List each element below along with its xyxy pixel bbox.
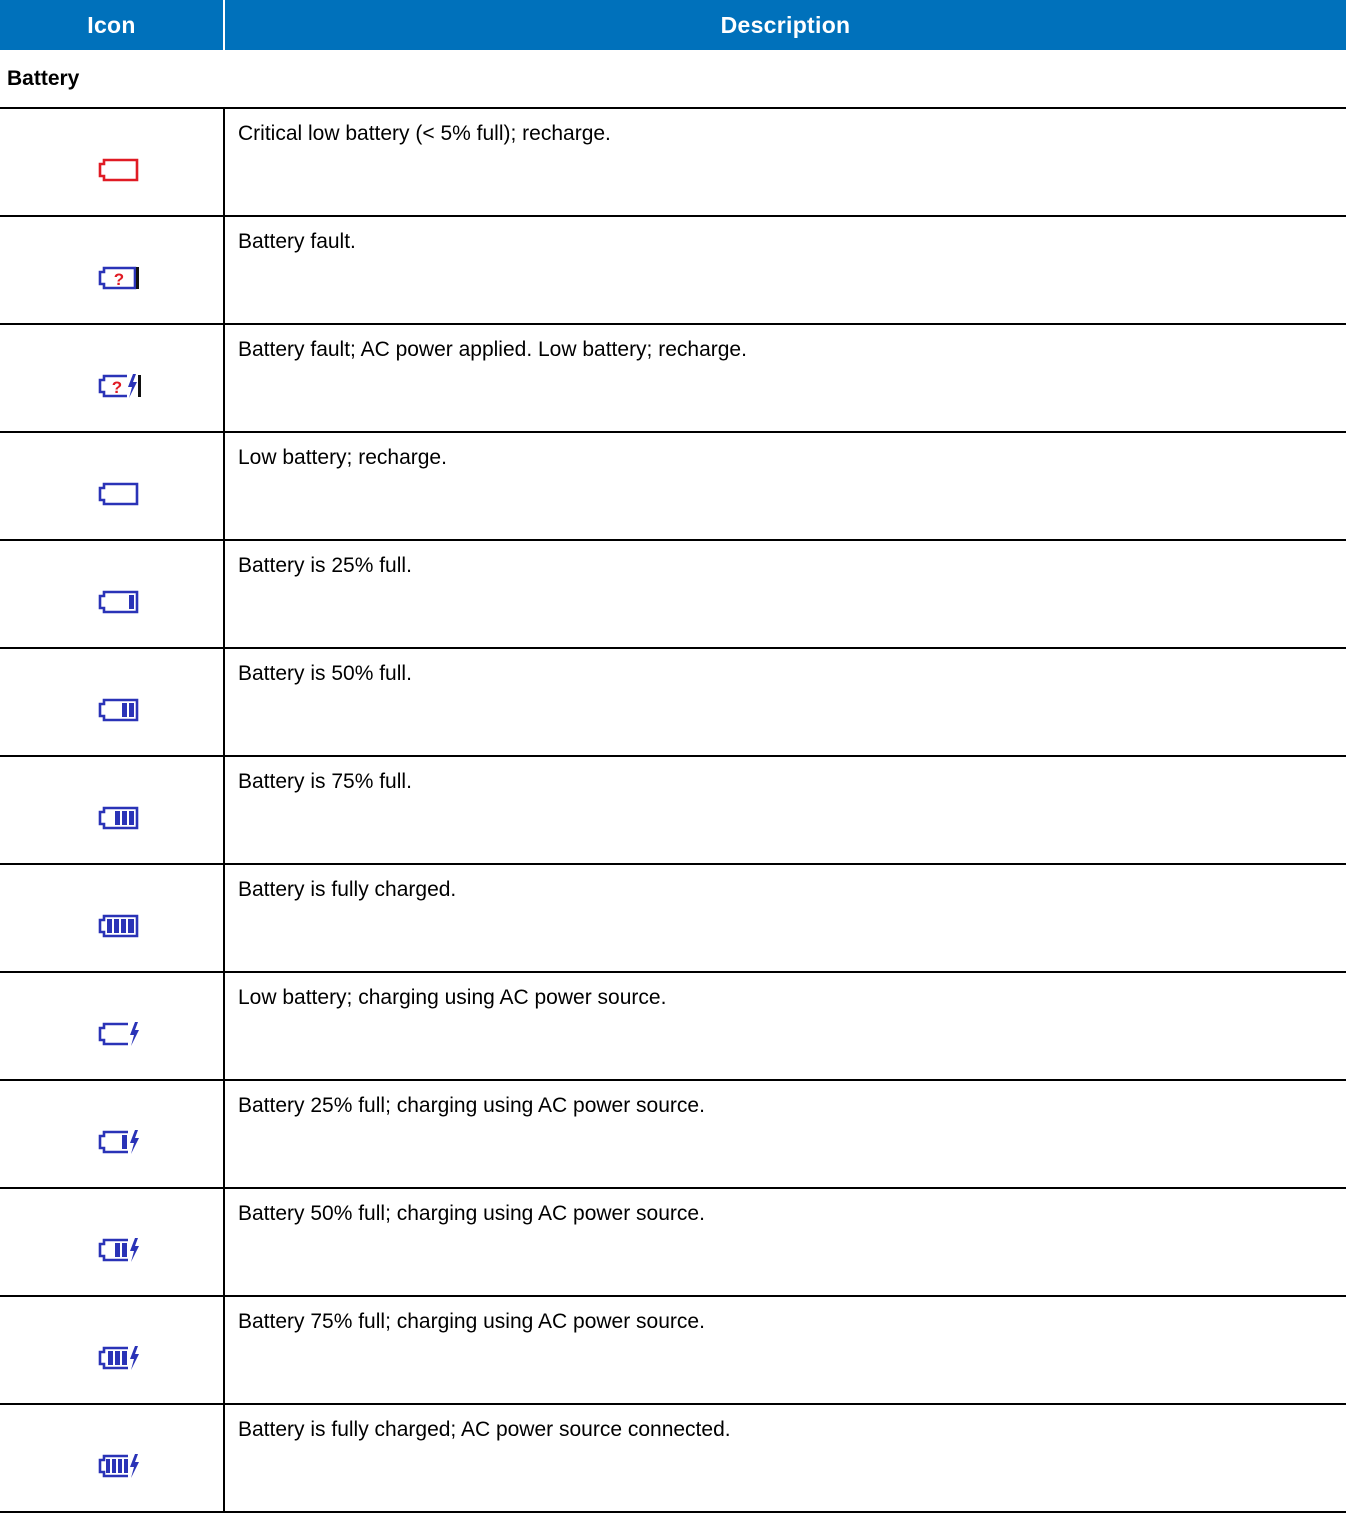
row-description: Battery 75% full; charging using AC powe… bbox=[224, 1296, 1346, 1405]
battery-25-icon bbox=[82, 587, 142, 615]
row-description: Battery 50% full; charging using AC powe… bbox=[224, 1188, 1346, 1297]
table-row: ? Battery fault; AC power applied. Low b… bbox=[0, 324, 1346, 433]
row-description: Battery is 75% full. bbox=[224, 756, 1346, 865]
table-row: Battery is 25% full. bbox=[0, 540, 1346, 649]
battery-full-icon bbox=[82, 911, 142, 939]
row-description: Critical low battery (< 5% full); rechar… bbox=[224, 108, 1346, 217]
table-row: Battery is fully charged; AC power sourc… bbox=[0, 1404, 1346, 1513]
battery-75-charging-icon bbox=[82, 1343, 142, 1371]
table-row: ? Battery fault. bbox=[0, 216, 1346, 325]
table-row: Low battery; charging using AC power sou… bbox=[0, 972, 1346, 1081]
table-row: Battery is fully charged. bbox=[0, 864, 1346, 973]
row-description: Low battery; charging using AC power sou… bbox=[224, 972, 1346, 1081]
icon-column-header: Icon bbox=[0, 0, 225, 50]
battery-low-icon bbox=[82, 479, 142, 507]
battery-icon-table: Icon Description Battery Critical low ba… bbox=[0, 0, 1346, 1513]
battery-fault-icon: ? bbox=[82, 263, 142, 291]
row-description: Battery is fully charged; AC power sourc… bbox=[224, 1404, 1346, 1513]
table-row: Low battery; recharge. bbox=[0, 432, 1346, 541]
row-description: Battery 25% full; charging using AC powe… bbox=[224, 1080, 1346, 1189]
battery-full-charging-icon bbox=[82, 1451, 142, 1479]
table-header-row: Icon Description bbox=[0, 0, 1346, 50]
section-title: Battery bbox=[0, 50, 1346, 109]
battery-75-icon bbox=[82, 803, 142, 831]
section-row: Battery bbox=[0, 50, 1346, 109]
row-description: Battery fault; AC power applied. Low bat… bbox=[224, 324, 1346, 433]
battery-fault-ac-icon: ? bbox=[82, 371, 142, 399]
battery-50-charging-icon bbox=[82, 1235, 142, 1263]
row-description: Battery is 25% full. bbox=[224, 540, 1346, 649]
row-description: Battery is 50% full. bbox=[224, 648, 1346, 757]
battery-low-charging-icon bbox=[82, 1019, 142, 1047]
table-row: Critical low battery (< 5% full); rechar… bbox=[0, 108, 1346, 217]
battery-50-icon bbox=[82, 695, 142, 723]
row-description: Battery fault. bbox=[224, 216, 1346, 325]
table-row: Battery 50% full; charging using AC powe… bbox=[0, 1188, 1346, 1297]
table-row: Battery 75% full; charging using AC powe… bbox=[0, 1296, 1346, 1405]
description-column-header: Description bbox=[224, 0, 1346, 50]
battery-25-charging-icon bbox=[82, 1127, 142, 1155]
svg-text:?: ? bbox=[111, 378, 121, 397]
battery-critical-icon bbox=[82, 155, 142, 183]
table-row: Battery 25% full; charging using AC powe… bbox=[0, 1080, 1346, 1189]
table-row: Battery is 50% full. bbox=[0, 648, 1346, 757]
row-description: Low battery; recharge. bbox=[224, 432, 1346, 541]
svg-text:?: ? bbox=[113, 270, 123, 289]
table-row: Battery is 75% full. bbox=[0, 756, 1346, 865]
row-description: Battery is fully charged. bbox=[224, 864, 1346, 973]
